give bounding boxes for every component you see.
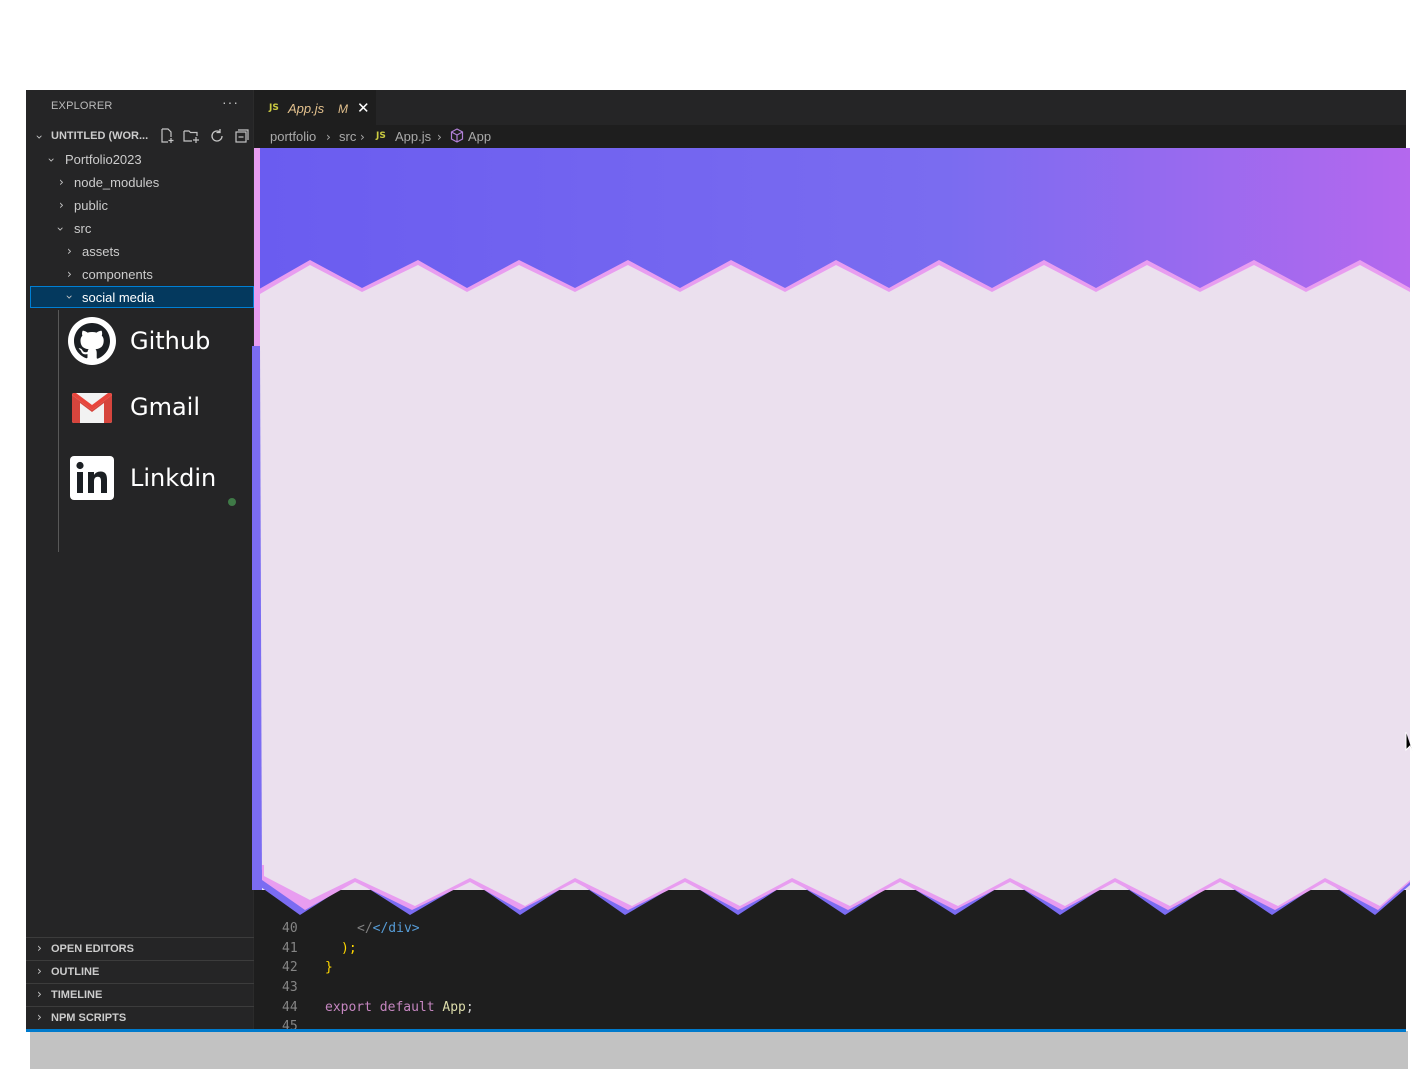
social-link-gmail[interactable]: Gmail <box>66 379 252 435</box>
explorer-sidebar: EXPLORER ··· › UNTITLED (WOR... › Portfo… <box>26 90 254 1032</box>
chevron-down-icon: › <box>53 226 68 232</box>
social-label: Linkdin <box>130 464 217 492</box>
modified-indicator: M <box>338 102 348 116</box>
breadcrumb-item[interactable]: portfolio <box>270 129 316 144</box>
code-editor[interactable]: 40 </</div> 41 ); 42 } 43 44 export defa… <box>254 149 1406 1032</box>
chevron-down-icon: › <box>32 134 47 140</box>
line-number: 40 <box>282 921 298 936</box>
tree-item-public[interactable]: › public <box>26 195 254 217</box>
chevron-right-icon: › <box>59 175 64 189</box>
window-shadow <box>30 1031 1408 1069</box>
mouse-cursor-icon <box>1405 732 1414 754</box>
breadcrumb-item[interactable]: src <box>339 129 356 144</box>
refresh-icon[interactable] <box>208 128 225 145</box>
tree-item-social-media[interactable]: › social media <box>30 286 254 308</box>
status-accent-bar <box>26 1029 1406 1032</box>
code-line: } <box>325 960 333 975</box>
tree-item-label: social media <box>82 290 155 305</box>
indent-guide <box>58 310 59 552</box>
panel-timeline[interactable]: › TIMELINE <box>26 983 254 1005</box>
line-number: 42 <box>282 960 298 975</box>
github-icon <box>68 317 116 365</box>
chevron-right-icon: › <box>360 130 365 144</box>
tree-item-src[interactable]: › src <box>26 218 254 240</box>
tree-item-portfolio2023[interactable]: › Portfolio2023 <box>26 149 254 171</box>
new-folder-icon[interactable] <box>183 128 200 145</box>
social-link-github[interactable]: Github <box>66 313 252 369</box>
panel-outline[interactable]: › OUTLINE <box>26 960 254 982</box>
tab-bar: JS App.js M ✕ <box>254 90 1406 125</box>
line-number: 44 <box>282 1000 298 1015</box>
symbol-component-icon <box>450 128 464 146</box>
chevron-right-icon: › <box>326 130 331 144</box>
tree-item-label: public <box>74 198 108 213</box>
chevron-right-icon: › <box>67 244 72 258</box>
breadcrumb-item[interactable]: App <box>468 129 491 144</box>
chevron-down-icon: › <box>44 157 59 163</box>
chevron-right-icon: › <box>37 964 42 978</box>
chevron-right-icon: › <box>437 130 442 144</box>
chevron-right-icon: › <box>37 941 42 955</box>
chevron-right-icon: › <box>37 987 42 1001</box>
explorer-title: EXPLORER <box>51 100 113 112</box>
workspace-actions <box>158 128 250 145</box>
status-dot <box>228 498 236 506</box>
collapse-all-icon[interactable] <box>233 128 250 145</box>
social-label: Gmail <box>130 393 201 421</box>
breadcrumb: portfolio › src › JS App.js › App <box>254 125 1406 149</box>
tree-item-label: Portfolio2023 <box>65 152 142 167</box>
vscode-window: EXPLORER ··· › UNTITLED (WOR... › Portfo… <box>26 90 1406 1032</box>
js-file-icon: JS <box>376 131 386 141</box>
close-icon[interactable]: ✕ <box>357 99 370 117</box>
panel-label: OUTLINE <box>51 966 100 978</box>
code-line: export default App; <box>325 1000 474 1015</box>
panel-label: TIMELINE <box>51 989 103 1001</box>
tree-item-label: components <box>82 267 153 282</box>
line-number: 41 <box>282 941 298 956</box>
linkedin-icon <box>70 456 114 500</box>
code-line: ); <box>341 941 357 956</box>
social-label: Github <box>130 327 211 355</box>
tab-app-js[interactable]: JS App.js M ✕ <box>254 90 376 125</box>
js-file-icon: JS <box>269 103 279 113</box>
code-line: </</div> <box>357 921 420 936</box>
new-file-icon[interactable] <box>158 128 175 145</box>
tree-item-label: src <box>74 221 92 236</box>
chevron-right-icon: › <box>37 1010 42 1024</box>
tree-item-node-modules[interactable]: › node_modules <box>26 172 254 194</box>
tree-item-assets[interactable]: › assets <box>26 241 254 263</box>
chevron-right-icon: › <box>59 198 64 212</box>
workspace-label: UNTITLED (WOR... <box>51 130 149 142</box>
social-link-linkedin[interactable]: Linkdin <box>66 450 252 506</box>
tab-label: App.js <box>288 101 325 116</box>
workspace-header[interactable]: › UNTITLED (WOR... <box>26 126 254 148</box>
line-number: 43 <box>282 980 298 995</box>
gmail-icon <box>72 393 112 423</box>
code-text: </div> <box>372 921 420 936</box>
tree-item-label: node_modules <box>74 175 160 190</box>
breadcrumb-item[interactable]: App.js <box>395 129 431 144</box>
panel-label: NPM SCRIPTS <box>51 1012 127 1024</box>
tree-item-label: assets <box>82 244 120 259</box>
panel-open-editors[interactable]: › OPEN EDITORS <box>26 937 254 959</box>
chevron-down-icon: › <box>62 294 77 300</box>
panel-npm-scripts[interactable]: › NPM SCRIPTS <box>26 1006 254 1028</box>
tree-item-components[interactable]: › components <box>26 264 254 286</box>
chevron-right-icon: › <box>67 267 72 281</box>
more-actions-icon[interactable]: ··· <box>222 94 239 110</box>
panel-label: OPEN EDITORS <box>51 943 134 955</box>
